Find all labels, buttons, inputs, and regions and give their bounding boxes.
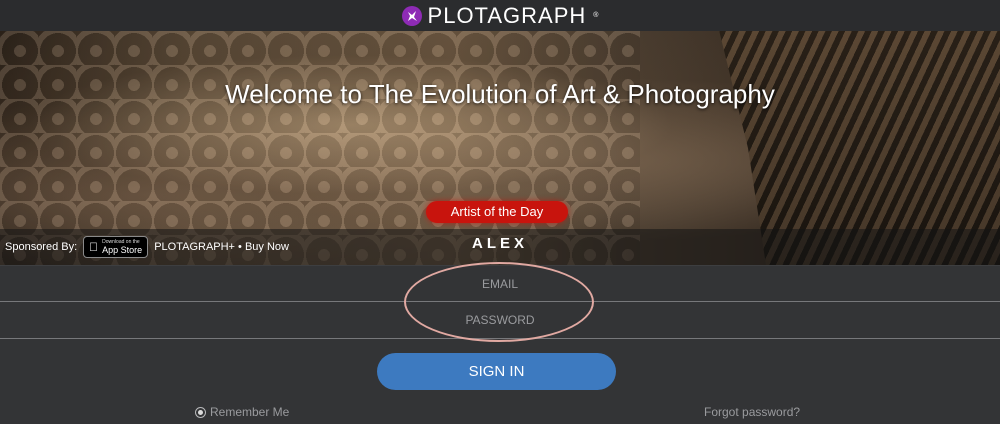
plotagraph-logo-icon bbox=[401, 5, 422, 26]
logo[interactable]: PLOTAGRAPH ® bbox=[401, 2, 599, 29]
password-field-row bbox=[0, 301, 1000, 339]
password-input[interactable] bbox=[0, 301, 1000, 339]
email-field-row bbox=[0, 265, 1000, 303]
registered-mark: ® bbox=[593, 12, 599, 19]
email-input[interactable] bbox=[0, 265, 1000, 303]
logo-text: PLOTAGRAPH bbox=[427, 2, 587, 28]
remember-me-radio[interactable] bbox=[195, 406, 206, 418]
forgot-password-link[interactable]: Forgot password? bbox=[704, 405, 800, 419]
remember-me-option[interactable]: Remember Me bbox=[195, 405, 289, 419]
sign-in-button[interactable]: SIGN IN bbox=[377, 353, 616, 390]
remember-me-label: Remember Me bbox=[210, 405, 290, 419]
artist-name[interactable]: ALEX bbox=[0, 235, 1000, 252]
radio-dot bbox=[198, 409, 203, 415]
top-bar: PLOTAGRAPH ® bbox=[0, 0, 1000, 31]
hero-title: Welcome to The Evolution of Art & Photog… bbox=[225, 79, 775, 109]
hero-banner: Welcome to The Evolution of Art & Photog… bbox=[0, 31, 1000, 265]
artist-of-the-day-badge[interactable]: Artist of the Day bbox=[426, 201, 568, 223]
divider bbox=[0, 338, 1000, 339]
